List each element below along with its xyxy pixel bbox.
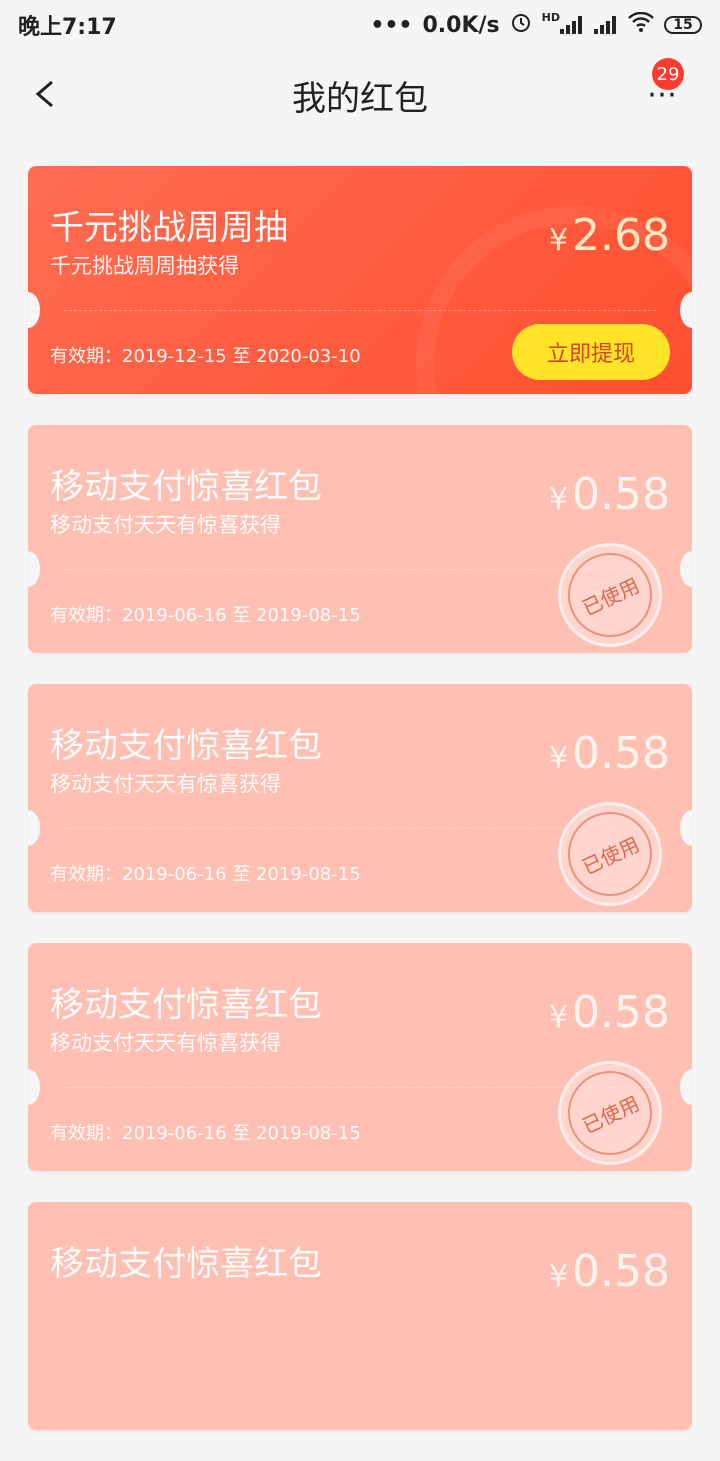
amount-value: 0.58 xyxy=(572,987,670,1038)
card-divider xyxy=(64,310,656,311)
currency-symbol: ¥ xyxy=(548,223,569,258)
card-notch-right xyxy=(680,1069,692,1105)
amount-value: 0.58 xyxy=(572,728,670,779)
card-notch-right xyxy=(680,551,692,587)
card-subtitle: 移动支付天天有惊喜获得 xyxy=(50,1031,281,1055)
used-stamp: 已使用 xyxy=(554,539,666,651)
card-validity: 有效期：2019-06-16 至 2019-08-15 xyxy=(50,1123,361,1144)
currency-symbol: ¥ xyxy=(548,1259,569,1294)
signal-icon-2 xyxy=(594,16,618,34)
card-title: 移动支付惊喜红包 xyxy=(50,985,322,1025)
page-title: 我的红包 xyxy=(292,78,428,119)
red-packet-card[interactable]: 移动支付惊喜红包 移动支付天天有惊喜获得 ¥0.58 有效期：2019-06-1… xyxy=(28,425,692,653)
card-amount: ¥0.58 xyxy=(549,987,670,1038)
card-subtitle: 移动支付天天有惊喜获得 xyxy=(50,772,281,796)
currency-symbol: ¥ xyxy=(548,1000,569,1035)
card-notch-left xyxy=(28,551,40,587)
card-title: 移动支付惊喜红包 xyxy=(50,467,322,507)
card-subtitle: 移动支付天天有惊喜获得 xyxy=(50,513,281,537)
used-stamp-label: 已使用 xyxy=(554,798,666,910)
card-validity: 有效期：2019-06-16 至 2019-08-15 xyxy=(50,864,361,885)
used-stamp: 已使用 xyxy=(554,1057,666,1169)
red-packet-card[interactable]: 移动支付惊喜红包 移动支付天天有惊喜获得 ¥0.58 有效期：2019-06-1… xyxy=(28,943,692,1171)
notification-badge: 29 xyxy=(652,58,684,90)
red-packet-list: 千元挑战周周抽 千元挑战周周抽获得 ¥2.68 有效期：2019-12-15 至… xyxy=(28,166,692,1461)
card-subtitle: 千元挑战周周抽获得 xyxy=(50,254,239,278)
card-validity: 有效期：2019-06-16 至 2019-08-15 xyxy=(50,605,361,626)
card-notch-left xyxy=(28,292,40,328)
more-button[interactable]: ⋯ 29 xyxy=(630,58,690,118)
battery-level: 15 xyxy=(673,17,693,33)
red-packet-card[interactable]: 移动支付惊喜红包 移动支付天天有惊喜获得 ¥0.58 有效期：2019-06-1… xyxy=(28,684,692,912)
card-validity: 有效期：2019-12-15 至 2020-03-10 xyxy=(50,346,361,367)
used-stamp: 已使用 xyxy=(554,798,666,910)
status-icons: ••• 0.0K/s HD 15 xyxy=(370,11,702,39)
red-packet-card[interactable]: 移动支付惊喜红包 ¥0.58 xyxy=(28,1202,692,1430)
currency-symbol: ¥ xyxy=(548,741,569,776)
amount-value: 0.58 xyxy=(572,1246,670,1297)
card-title: 移动支付惊喜红包 xyxy=(50,1244,322,1284)
amount-value: 2.68 xyxy=(572,210,670,261)
status-bar: 晚上7:17 ••• 0.0K/s HD 15 xyxy=(0,0,720,50)
card-amount: ¥0.58 xyxy=(549,469,670,520)
network-speed: 0.0K/s xyxy=(422,12,500,38)
card-notch-left xyxy=(28,810,40,846)
card-notch-left xyxy=(28,1069,40,1105)
card-notch-right xyxy=(680,810,692,846)
used-stamp-label: 已使用 xyxy=(554,539,666,651)
card-amount: ¥0.58 xyxy=(549,1246,670,1297)
alarm-icon xyxy=(510,11,532,39)
notification-dots: ••• xyxy=(370,12,413,38)
battery-icon: 15 xyxy=(664,16,702,34)
withdraw-button[interactable]: 立即提现 xyxy=(512,324,670,380)
card-title: 移动支付惊喜红包 xyxy=(50,726,322,766)
card-amount: ¥0.58 xyxy=(549,728,670,779)
signal-icon xyxy=(560,16,584,34)
amount-value: 0.58 xyxy=(572,469,670,520)
card-amount: ¥2.68 xyxy=(549,210,670,261)
used-stamp-label: 已使用 xyxy=(554,1057,666,1169)
card-title: 千元挑战周周抽 xyxy=(50,208,288,248)
page-header: 我的红包 ⋯ 29 xyxy=(0,50,720,140)
wifi-icon xyxy=(628,11,654,38)
red-packet-card[interactable]: 千元挑战周周抽 千元挑战周周抽获得 ¥2.68 有效期：2019-12-15 至… xyxy=(28,166,692,394)
status-time: 晚上7:17 xyxy=(18,15,117,40)
back-icon[interactable] xyxy=(32,80,60,108)
hd-label: HD xyxy=(541,10,560,24)
currency-symbol: ¥ xyxy=(548,482,569,517)
